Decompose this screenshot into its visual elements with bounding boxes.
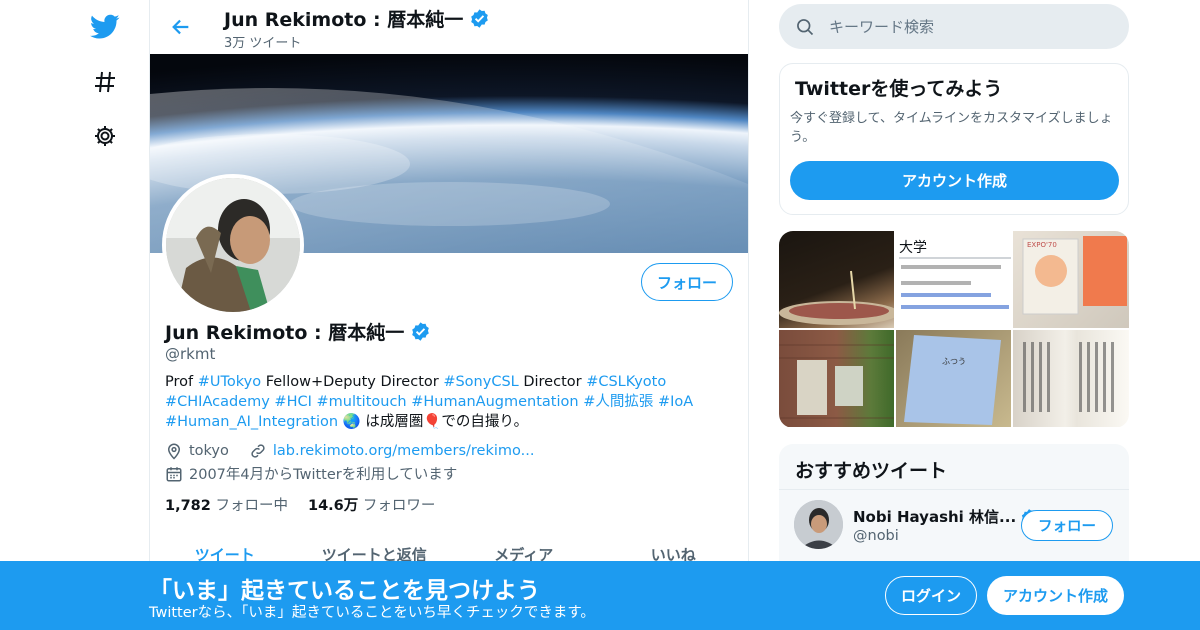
profile-meta-location-url: tokyo lab.rekimoto.org/members/rekimo... xyxy=(165,442,534,460)
followers-stat[interactable]: 14.6万 フォロワー xyxy=(308,494,435,515)
recommended-follow-button[interactable]: フォロー xyxy=(1021,510,1113,541)
search-icon xyxy=(797,18,814,35)
profile-website-link[interactable]: lab.rekimoto.org/members/rekimo... xyxy=(273,443,535,459)
verified-badge-icon xyxy=(412,322,430,341)
profile-joined-date: 2007年4月からTwitterを利用しています xyxy=(189,467,458,483)
settings-gear-icon[interactable] xyxy=(86,117,124,155)
twitter-logo-icon[interactable] xyxy=(86,8,124,46)
following-label: フォロー中 xyxy=(215,498,288,514)
recommended-user-name: Nobi Hayashi 林信... xyxy=(853,508,1017,526)
media-thumb-book-pages[interactable] xyxy=(1013,330,1129,427)
profile-meta-joined: 2007年4月からTwitterを利用しています xyxy=(165,463,457,484)
verified-badge-icon xyxy=(471,9,489,28)
signup-card-text: 今すぐ登録して、タイムラインをカスタマイズしましょう。 xyxy=(790,111,1113,145)
recommended-user-row[interactable]: Nobi Hayashi 林信... @nobi フォロー xyxy=(779,489,1129,561)
back-arrow-icon[interactable] xyxy=(166,12,196,42)
followers-label: フォロワー xyxy=(362,498,436,514)
media-thumb-wikipedia[interactable]: 大学 xyxy=(896,231,1011,328)
hashtag-link[interactable]: #CHIAcademy xyxy=(165,394,270,410)
media-grid: 大学 EXPO'70 ふつう xyxy=(779,231,1129,428)
profile-column: Jun Rekimoto : 暦本純一 3万 ツイート フォロー Jun Rek… xyxy=(149,0,749,630)
thumb-caption: EXPO'70 xyxy=(1027,241,1057,249)
follow-button[interactable]: フォロー xyxy=(641,263,733,301)
login-button[interactable]: ログイン xyxy=(885,576,977,615)
profile-avatar[interactable] xyxy=(162,174,304,316)
recommended-user-avatar[interactable] xyxy=(794,500,843,549)
bio-text: Prof xyxy=(165,374,198,390)
banner-create-account-button[interactable]: アカウント作成 xyxy=(987,576,1124,615)
media-thumb-incense[interactable] xyxy=(779,231,894,328)
profile-name-row: Jun Rekimoto : 暦本純一 xyxy=(165,318,431,345)
hashtag-link[interactable]: #Human_AI_Integration xyxy=(165,414,338,430)
left-nav xyxy=(80,0,130,630)
media-thumb-blue-booklet[interactable]: ふつう xyxy=(896,330,1011,427)
bio-text: Fellow+Deputy Director xyxy=(261,374,444,390)
profile-display-name: Jun Rekimoto : 暦本純一 xyxy=(165,322,405,344)
location-pin-icon xyxy=(167,443,181,460)
hashtag-explore-icon[interactable] xyxy=(86,63,124,101)
following-stat[interactable]: 1,782 フォロー中 xyxy=(165,494,288,515)
banner-subtext: Twitterなら、「いま」起きていることをいち早くチェックできます。 xyxy=(149,605,595,621)
recommended-title: おすすめツイート xyxy=(795,460,948,482)
profile-handle: @rkmt xyxy=(165,345,216,363)
banner-headline: 「いま」起きていることを見つけよう xyxy=(149,578,540,604)
calendar-icon xyxy=(166,466,182,481)
hashtag-link[interactable]: #人間拡張 xyxy=(583,394,653,410)
media-thumb-brick-wall[interactable] xyxy=(779,330,894,427)
create-account-button[interactable]: アカウント作成 xyxy=(790,161,1119,200)
hashtag-link[interactable]: #UTokyo xyxy=(198,374,261,390)
bio-text: 🌏 は成層圏 xyxy=(338,414,424,430)
header-display-name: Jun Rekimoto : 暦本純一 xyxy=(224,9,464,31)
balloon-emoji: 🎈 xyxy=(423,414,442,430)
recommended-user-name-row: Nobi Hayashi 林信... xyxy=(853,506,1038,527)
profile-header-bar: Jun Rekimoto : 暦本純一 3万 ツイート xyxy=(150,0,748,54)
signup-card-title: Twitterを使ってみよう xyxy=(795,78,1003,100)
recommended-user-handle: @nobi xyxy=(853,528,899,544)
hashtag-link[interactable]: #multitouch xyxy=(317,394,407,410)
profile-bio: Prof #UTokyo Fellow+Deputy Director #Son… xyxy=(165,372,737,432)
media-thumb-expo-card[interactable]: EXPO'70 xyxy=(1013,231,1129,328)
following-count: 1,782 xyxy=(165,498,211,514)
login-prompt-banner: 「いま」起きていることを見つけよう Twitterなら、「いま」起きていることを… xyxy=(0,561,1200,630)
header-name-row: Jun Rekimoto : 暦本純一 xyxy=(224,5,490,32)
hashtag-link[interactable]: #CSLKyoto xyxy=(586,374,666,390)
bio-text: Director xyxy=(518,374,587,390)
thumb-caption: 大学 xyxy=(899,240,927,256)
hashtag-link[interactable]: #IoA xyxy=(658,394,693,410)
link-icon xyxy=(251,444,265,458)
search-input[interactable] xyxy=(829,17,1109,36)
followers-count: 14.6万 xyxy=(307,498,359,514)
hashtag-link[interactable]: #SonyCSL xyxy=(443,374,518,390)
hashtag-link[interactable]: #HumanAugmentation xyxy=(411,394,578,410)
signup-card: Twitterを使ってみよう 今すぐ登録して、タイムラインをカスタマイズしましょ… xyxy=(779,63,1129,215)
tweet-count: 3万 ツイート xyxy=(224,36,302,51)
search-box[interactable] xyxy=(779,4,1129,49)
hashtag-link[interactable]: #HCI xyxy=(274,394,311,410)
profile-location: tokyo xyxy=(189,443,229,459)
thumb-caption: ふつう xyxy=(942,357,966,366)
bio-text: での自撮り。 xyxy=(441,414,529,430)
profile-stats: 1,782 フォロー中 14.6万 フォロワー xyxy=(165,494,435,515)
